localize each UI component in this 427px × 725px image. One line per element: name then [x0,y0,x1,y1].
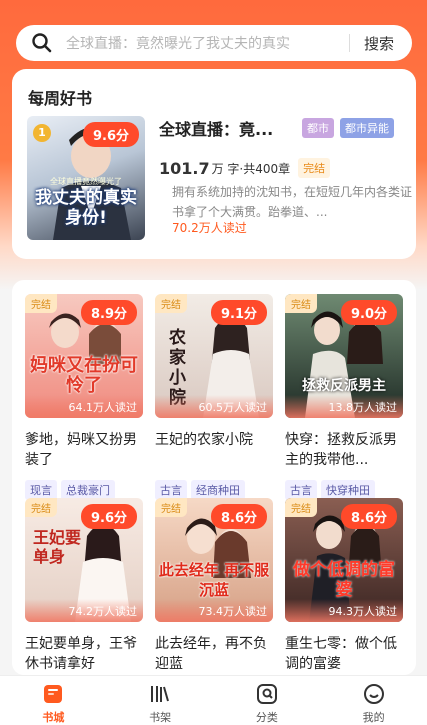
status-badge: 完结 [298,158,331,178]
cover-title: 王妃要单身 [33,528,82,566]
word-unit: 万 字·共400章 [211,161,291,176]
search-input[interactable]: 全球直播：竟然曝光了我丈夫的真实 [66,33,339,53]
score-badge: 8.6分 [210,504,267,529]
score-badge: 9.1分 [210,300,267,325]
read-count: 74.2万人读过 [25,599,143,622]
weekly-picks-card[interactable]: 每周好书 1 9.6分 全球直播竟然曝光了 我丈夫的真实身份! 全球直播：竟..… [12,69,416,259]
profile-icon [362,682,386,706]
read-count: 13.8万人读过 [285,395,403,418]
book-title[interactable]: 重生七零：做个低调的富婆 [285,634,403,674]
tab-category[interactable]: 分类 [214,676,321,725]
book-stats: 101.7 万 字·共400章 完结 [159,158,331,178]
cover-title: 拯救反派男主 [302,378,386,394]
book-title[interactable]: 全球直播：竟... [159,116,273,140]
book-cover[interactable]: 完结 9.1分 农家小院 60.5万人读过 [155,294,273,418]
read-count: 60.5万人读过 [155,395,273,418]
read-count: 73.4万人读过 [155,599,273,622]
book-title[interactable]: 王妃的农家小院 [155,430,273,470]
bookstore-icon [41,682,65,706]
tab-label: 书城 [42,711,65,724]
tag: 古言 [285,480,317,500]
bottom-tab-bar: 书城 书架 分类 我的 [0,675,427,725]
word-count: 101.7 [159,158,210,178]
status-badge: 完结 [155,498,187,517]
status-badge: 完结 [25,294,57,313]
category-icon [255,682,279,706]
read-count: 94.3万人读过 [285,599,403,622]
status-badge: 完结 [285,294,317,313]
tag: 经商种田 [191,480,245,500]
book-card[interactable]: 完结 8.6分 此去经年 再不服沉蓝 73.4万人读过 此去经年，再不负迎蓝 现… [155,498,273,675]
book-card[interactable]: 完结 8.9分 妈咪又在扮可怜了 64.1万人读过 爹地，妈咪又扮男装了 现言 … [25,294,143,500]
rank-badge: 1 [33,124,51,142]
status-badge: 完结 [155,294,187,313]
cover-title: 我丈夫的真实身份! [35,188,137,228]
tag: 总裁豪门 [61,480,115,500]
book-cover[interactable]: 完结 8.6分 做个低调的富婆 94.3万人读过 [285,498,403,622]
book-card[interactable]: 完结 9.0分 拯救反派男主 13.8万人读过 快穿：拯救反派男主的我带他...… [285,294,403,500]
book-cover[interactable]: 1 9.6分 全球直播竟然曝光了 我丈夫的真实身份! [27,116,145,240]
book-grid: 完结 8.9分 妈咪又在扮可怜了 64.1万人读过 爹地，妈咪又扮男装了 现言 … [12,280,416,675]
section-title: 每周好书 [28,89,93,108]
score-badge: 9.6分 [82,122,139,147]
tag: 都市 [302,118,334,138]
book-title[interactable]: 爹地，妈咪又扮男装了 [25,430,143,470]
cover-subtitle: 全球直播竟然曝光了 [50,177,122,186]
book-cover[interactable]: 完结 9.6分 王妃要单身 74.2万人读过 [25,498,143,622]
book-cover[interactable]: 完结 8.9分 妈咪又在扮可怜了 64.1万人读过 [25,294,143,418]
score-badge: 9.0分 [340,300,397,325]
tab-bookshelf[interactable]: 书架 [107,676,214,725]
cover-title: 妈咪又在扮可怜了 [30,355,138,396]
book-card[interactable]: 完结 9.6分 王妃要单身 74.2万人读过 王妃要单身，王爷休书请拿好 古言 … [25,498,143,675]
book-description: 拥有系统加持的沈知书，在短短几年内各类证书拿了个大满贯。跆拳道、... [172,185,413,219]
search-button[interactable]: 搜索 [364,33,394,54]
score-badge: 8.6分 [340,504,397,529]
status-badge: 完结 [285,498,317,517]
cover-title: 做个低调的富婆 [293,560,395,600]
book-title[interactable]: 王妃要单身，王爷休书请拿好 [25,634,143,674]
status-badge: 完结 [25,498,57,517]
bookshelf-icon [148,682,172,706]
book-card[interactable]: 完结 9.1分 农家小院 60.5万人读过 王妃的农家小院 古言 经商种田 [155,294,273,500]
book-tags: 古言 经商种田 [155,480,273,500]
tab-label: 分类 [255,711,278,724]
tag: 快穿种田 [321,480,375,500]
tab-profile[interactable]: 我的 [320,676,427,725]
read-count: 70.2万人读过 [172,221,247,235]
search-icon [30,31,54,55]
book-tags: 都市 都市异能 [302,118,394,138]
tab-label: 书架 [149,711,172,724]
book-cover[interactable]: 完结 8.6分 此去经年 再不服沉蓝 73.4万人读过 [155,498,273,622]
cover-title: 此去经年 再不服沉蓝 [158,561,270,599]
score-badge: 8.9分 [80,300,137,325]
search-divider [348,34,350,52]
search-bar[interactable]: 全球直播：竟然曝光了我丈夫的真实 搜索 [16,25,412,61]
book-tags: 现言 总裁豪门 [25,480,143,500]
tab-label: 我的 [362,711,385,724]
book-tags: 古言 快穿种田 [285,480,403,500]
book-title[interactable]: 此去经年，再不负迎蓝 [155,634,273,674]
read-count: 64.1万人读过 [25,395,143,418]
tab-bookstore[interactable]: 书城 [0,676,107,725]
book-cover[interactable]: 完结 9.0分 拯救反派男主 13.8万人读过 [285,294,403,418]
book-title[interactable]: 快穿：拯救反派男主的我带他... [285,430,403,470]
book-card[interactable]: 完结 8.6分 做个低调的富婆 94.3万人读过 重生七零：做个低调的富婆 现言… [285,498,403,675]
tag: 古言 [155,480,187,500]
tag: 现言 [25,480,57,500]
tag: 都市异能 [340,118,394,138]
score-badge: 9.6分 [80,504,137,529]
